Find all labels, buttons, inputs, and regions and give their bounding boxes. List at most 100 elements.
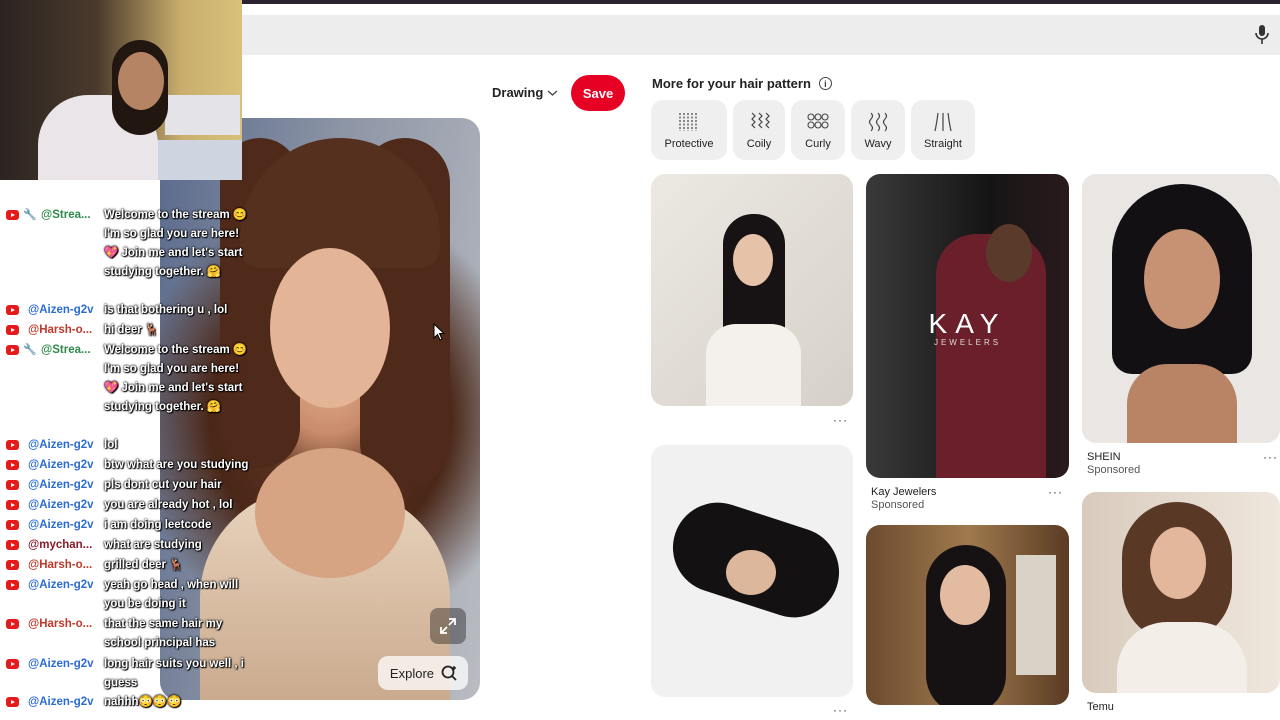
chip-label: Straight	[924, 137, 962, 150]
youtube-icon	[6, 480, 19, 490]
chat-text: you are already hot , lol	[104, 499, 233, 511]
chat-username[interactable]: @Aizen-g2v	[28, 301, 94, 320]
screen: Drawing Save Explore More for your hair …	[0, 0, 1280, 720]
more-section-title: More for your hair pattern i	[652, 76, 832, 91]
chat-username[interactable]: @Harsh-o...	[28, 556, 92, 575]
pin-chest	[255, 448, 405, 578]
hair-pattern-chips: Protective Coily Curly Wavy Straight	[651, 100, 975, 160]
chevron-down-icon	[547, 90, 558, 96]
pin-card-temu[interactable]	[1082, 492, 1280, 693]
moderator-wrench-icon: 🔧	[23, 344, 37, 356]
chat-username[interactable]: @Harsh-o...	[28, 615, 92, 634]
chat-username[interactable]: @Aizen-g2v	[28, 576, 94, 595]
chat-text: pls dont cut your hair	[104, 479, 222, 491]
chat-text: Welcome to the stream 😊 I'm so glad you …	[104, 209, 248, 278]
pin-card-2[interactable]	[651, 445, 853, 697]
info-icon[interactable]: i	[818, 77, 832, 90]
chat-username[interactable]: @Aizen-g2v	[28, 496, 94, 515]
chat-username[interactable]: @Aizen-g2v	[28, 456, 94, 475]
search-bar[interactable]	[242, 15, 1280, 55]
kay-logo-text: KAY	[928, 308, 1007, 339]
chat-username[interactable]: @Strea...	[41, 206, 91, 225]
youtube-icon	[6, 520, 19, 530]
protective-hair-icon	[679, 112, 697, 131]
chat-text: i am doing leetcode	[104, 519, 212, 531]
pin-card-4[interactable]	[866, 525, 1069, 705]
sponsored-card-kay[interactable]: KAY JEWELERS	[866, 174, 1069, 478]
youtube-icon	[6, 619, 19, 629]
chat-username[interactable]: @Aizen-g2v	[28, 655, 94, 674]
chat-text: btw what are you studying	[104, 459, 249, 471]
chat-text: what are studying	[104, 539, 202, 551]
youtube-icon	[6, 345, 19, 355]
explore-label: Explore	[389, 665, 434, 681]
chat-username[interactable]: @mychan...	[28, 536, 92, 555]
webcam-overlay	[0, 0, 242, 180]
card-title-kay[interactable]: Kay Jewelers	[871, 486, 936, 498]
chat-text: nahhh😳😳😳	[104, 696, 182, 708]
chat-text: that the same hair my school principal h…	[104, 618, 223, 649]
chat-username[interactable]: @Harsh-o...	[28, 321, 92, 340]
youtube-icon	[6, 305, 19, 315]
youtube-icon	[6, 440, 19, 450]
chip-label: Protective	[664, 137, 714, 150]
webcam-person-head	[118, 52, 164, 110]
chat-text: is that bothering u , lol	[104, 304, 228, 316]
chat-username[interactable]: @Aizen-g2v	[28, 436, 94, 455]
card-title-shein[interactable]: SHEIN	[1087, 451, 1121, 463]
chip-label: Coily	[746, 137, 772, 150]
board-select-label: Drawing	[492, 85, 544, 100]
chat-username[interactable]: @Aizen-g2v	[28, 516, 94, 535]
kay-logo-sub: JEWELERS	[933, 338, 1002, 347]
youtube-icon	[6, 659, 19, 669]
visual-search-icon	[441, 665, 457, 681]
straight-hair-icon	[934, 112, 952, 131]
more-options-icon[interactable]: ···	[833, 413, 848, 427]
chip-protective[interactable]: Protective	[651, 100, 727, 160]
sponsored-card-shein[interactable]	[1082, 174, 1280, 443]
youtube-icon	[6, 697, 19, 707]
expand-button[interactable]	[430, 608, 466, 644]
youtube-icon	[6, 580, 19, 590]
youtube-icon	[6, 500, 19, 510]
save-button[interactable]: Save	[571, 75, 625, 111]
youtube-icon	[6, 210, 19, 220]
chip-coily[interactable]: Coily	[733, 100, 785, 160]
more-title-text: More for your hair pattern	[652, 76, 811, 91]
youtube-icon	[6, 460, 19, 470]
chat-text: hi deer 🦌	[104, 324, 160, 336]
chat-username[interactable]: @Aizen-g2v	[28, 476, 94, 495]
youtube-icon	[6, 560, 19, 570]
pin-card-1[interactable]	[651, 174, 853, 406]
chip-wavy[interactable]: Wavy	[851, 100, 905, 160]
explore-button[interactable]: Explore	[377, 656, 468, 690]
coily-hair-icon	[751, 112, 770, 128]
more-options-icon[interactable]: ···	[833, 703, 848, 717]
chip-label: Wavy	[864, 137, 892, 150]
microphone-icon[interactable]	[1254, 24, 1270, 46]
pin-face	[270, 248, 390, 408]
mouse-cursor-icon	[433, 323, 445, 341]
chat-text: lol	[104, 439, 118, 451]
more-options-icon[interactable]: ···	[1048, 485, 1063, 499]
chat-username[interactable]: @Strea...	[41, 341, 91, 360]
webcam-shelf	[165, 95, 240, 135]
chip-curly[interactable]: Curly	[791, 100, 845, 160]
youtube-icon	[6, 325, 19, 335]
wavy-hair-icon	[868, 112, 888, 131]
chip-label: Curly	[805, 137, 831, 150]
board-select[interactable]: Drawing	[492, 85, 558, 100]
curly-hair-icon	[807, 112, 829, 129]
chat-username[interactable]: @Aizen-g2v	[28, 693, 94, 712]
card-sponsored-kay: Sponsored	[871, 499, 925, 511]
chip-straight[interactable]: Straight	[911, 100, 975, 160]
more-options-icon[interactable]: ···	[1263, 450, 1278, 464]
card-sponsored-shein: Sponsored	[1087, 464, 1141, 476]
card-title-temu[interactable]: Temu	[1087, 701, 1114, 713]
chat-text: grilled deer 🦌	[104, 559, 184, 571]
chat-text: long hair suits you well , i guess	[104, 658, 244, 689]
expand-icon	[440, 618, 456, 634]
youtube-icon	[6, 540, 19, 550]
chat-text: yeah go head , when will you be doing it	[104, 579, 239, 610]
chat-text: Welcome to the stream 😊 I'm so glad you …	[104, 344, 248, 413]
